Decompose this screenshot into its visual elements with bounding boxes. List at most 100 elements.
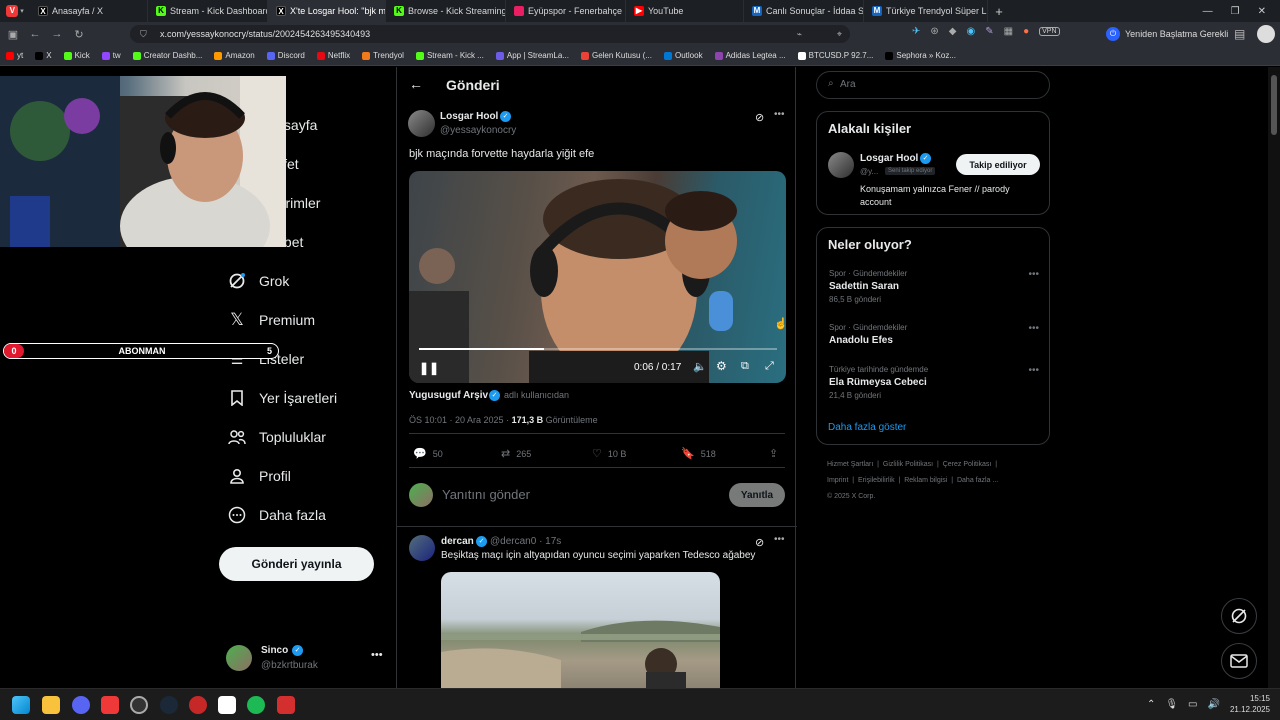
bookmark-item[interactable]: tw: [101, 51, 121, 60]
tab-0[interactable]: X Anasayfa / X: [30, 0, 148, 22]
trend-item[interactable]: Türkiye tarihinde gündemde Ela Rümeysa C…: [829, 365, 1039, 400]
clock[interactable]: 15:15 21.12.2025: [1230, 693, 1270, 715]
extension-icon[interactable]: ▦: [1004, 26, 1013, 37]
reply-button[interactable]: Yanıtla: [729, 483, 785, 507]
obs-icon[interactable]: [130, 696, 148, 714]
share-action[interactable]: ⇪: [769, 447, 778, 460]
app-icon[interactable]: [218, 696, 236, 714]
vivaldi-icon[interactable]: [101, 696, 119, 714]
author-handle[interactable]: @yessaykonocry: [440, 125, 516, 136]
bookmark-item[interactable]: Kick: [63, 51, 90, 60]
bookmark-item[interactable]: Trendyol: [362, 51, 404, 60]
bookmark-item[interactable]: Amazon: [214, 51, 255, 60]
extension-icon[interactable]: ●: [1023, 26, 1029, 37]
address-bar[interactable]: ⛉ x.com/yessaykonocry/status/20024542634…: [130, 25, 850, 43]
extension-icon[interactable]: ✎: [985, 26, 993, 37]
author-name[interactable]: dercan: [441, 536, 474, 547]
fullscreen-icon[interactable]: ⤢: [765, 360, 774, 373]
more-icon[interactable]: •••: [1028, 323, 1039, 334]
bookmark-item[interactable]: Discord: [266, 51, 305, 60]
reload-icon[interactable]: ↻: [68, 28, 90, 41]
bookmark-item[interactable]: Sephora » Koz...: [885, 51, 956, 60]
sidebar-item-grok[interactable]: Grok: [227, 271, 289, 291]
sidebar-item-premium[interactable]: 𝕏 Premium: [227, 310, 315, 330]
vpn-badge[interactable]: VPN: [1039, 27, 1060, 36]
tab-7[interactable]: M Türkiye Trendyol Süper Lig: [864, 0, 988, 22]
bookmark-page-icon[interactable]: ⌖: [837, 29, 842, 40]
grok-fab[interactable]: [1221, 598, 1257, 634]
more-icon[interactable]: •••: [774, 109, 785, 120]
trend-item[interactable]: Spor · Gündemdekiler Sadettin Saran 86,5…: [829, 269, 1039, 304]
steam-icon[interactable]: [160, 696, 178, 714]
bookmark-item[interactable]: yt: [6, 51, 23, 60]
more-icon[interactable]: •••: [1028, 365, 1039, 376]
footer-link[interactable]: Reklam bilgisi: [904, 477, 947, 484]
like-action[interactable]: ♡ 10 B: [592, 447, 626, 460]
tab-2[interactable]: X X'te Losgar Hool: "bjk maç: [268, 0, 386, 22]
extension-icon[interactable]: ⊛: [930, 26, 938, 37]
search-field[interactable]: ⌕ Ara: [816, 71, 1050, 99]
bookmark-star-icon[interactable]: ⌁: [797, 29, 802, 40]
bookmark-item[interactable]: App | StreamLa...: [495, 51, 569, 60]
pause-icon[interactable]: ❚❚: [419, 361, 439, 375]
close-icon[interactable]: ✕: [1258, 6, 1266, 17]
bookmark-item[interactable]: X: [35, 51, 52, 60]
timestamp[interactable]: ÖS 10:01 · 20 Ara 2025 ·: [409, 415, 512, 425]
new-tab-button[interactable]: +: [988, 4, 1010, 19]
tweet-video[interactable]: ❚❚ 0:06 / 0:17 🔈 ⚙ ⧉ ⤢ ☝: [409, 171, 786, 383]
sidebar-item-more[interactable]: Daha fazla: [227, 505, 326, 525]
bookmark-item[interactable]: Stream - Kick ...: [415, 51, 484, 60]
tweet[interactable]: dercan ✓ @dercan0 · 17s ⊘ ••• Beşiktaş m…: [397, 529, 797, 688]
microphone-icon[interactable]: 🎙: [1165, 699, 1178, 710]
video-progress-track[interactable]: [419, 348, 777, 350]
reply-input[interactable]: Yanıtını gönder: [442, 487, 712, 502]
tab-4[interactable]: Eyüpspor - Fenerbahçe Ma: [506, 0, 626, 22]
sidebar-item-bookmarks[interactable]: Yer İşaretleri: [227, 388, 337, 408]
footer-link[interactable]: Çerez Politikası: [943, 461, 992, 468]
extension-icon[interactable]: ◉: [966, 26, 975, 37]
extension-icon[interactable]: ◆: [949, 26, 957, 37]
minimize-icon[interactable]: —: [1203, 6, 1213, 17]
profile-avatar[interactable]: [1257, 25, 1275, 43]
author-avatar[interactable]: [408, 110, 435, 137]
tab-5[interactable]: ▶ YouTube: [626, 0, 744, 22]
bookmark-item[interactable]: Netflix: [316, 51, 350, 60]
bookmark-item[interactable]: Adidas Legtea ...: [714, 51, 786, 60]
tab-3[interactable]: K Browse - Kick Streaming: [386, 0, 506, 22]
show-more-link[interactable]: Daha fazla göster: [828, 422, 906, 433]
sidebar-item-profile[interactable]: Profil: [227, 466, 291, 486]
footer-link[interactable]: Imprint: [827, 477, 848, 484]
bookmark-item[interactable]: Gelen Kutusu (...: [580, 51, 652, 60]
site-info-icon[interactable]: ⛉: [140, 29, 147, 40]
page-scrollbar[interactable]: [1268, 67, 1280, 688]
search-input[interactable]: Ara: [840, 79, 856, 90]
bookmark-item[interactable]: Creator Dashb...: [132, 51, 202, 60]
grok-explain-icon[interactable]: ⊘: [755, 111, 764, 124]
chevron-up-icon[interactable]: ⌃: [1147, 699, 1155, 710]
repost-action[interactable]: ⇄ 265: [501, 447, 531, 460]
app-icon[interactable]: [189, 696, 207, 714]
more-icon[interactable]: •••: [774, 534, 785, 545]
settings-icon[interactable]: ⚙: [716, 359, 727, 373]
volume-icon[interactable]: 🔈: [693, 360, 707, 373]
bookmark-item[interactable]: BTCUSD.P 92.7...: [797, 51, 873, 60]
post-button[interactable]: Gönderi yayınla: [219, 547, 374, 581]
messages-fab[interactable]: [1221, 643, 1257, 679]
following-button[interactable]: Takip ediliyor: [956, 154, 1040, 175]
start-icon[interactable]: [12, 696, 30, 714]
reply-action[interactable]: 💬 50: [413, 447, 443, 460]
pip-icon[interactable]: ⧉: [741, 360, 749, 373]
more-icon[interactable]: •••: [371, 649, 383, 661]
grok-explain-icon[interactable]: ⊘: [755, 536, 764, 549]
browser-menu-button[interactable]: V ▾: [0, 0, 30, 22]
sidebar-item-communities[interactable]: Topluluklar: [227, 427, 326, 447]
spotify-icon[interactable]: [247, 696, 265, 714]
person-name[interactable]: Losgar Hool: [860, 153, 918, 164]
avatar[interactable]: [409, 535, 435, 561]
bookmark-action[interactable]: 🔖 518: [681, 447, 716, 460]
more-icon[interactable]: •••: [1028, 269, 1039, 280]
back-icon[interactable]: ←: [24, 28, 46, 40]
avatar[interactable]: [828, 152, 854, 178]
footer-link[interactable]: Gizlilik Politikası: [883, 461, 933, 468]
forward-icon[interactable]: →: [46, 28, 68, 40]
